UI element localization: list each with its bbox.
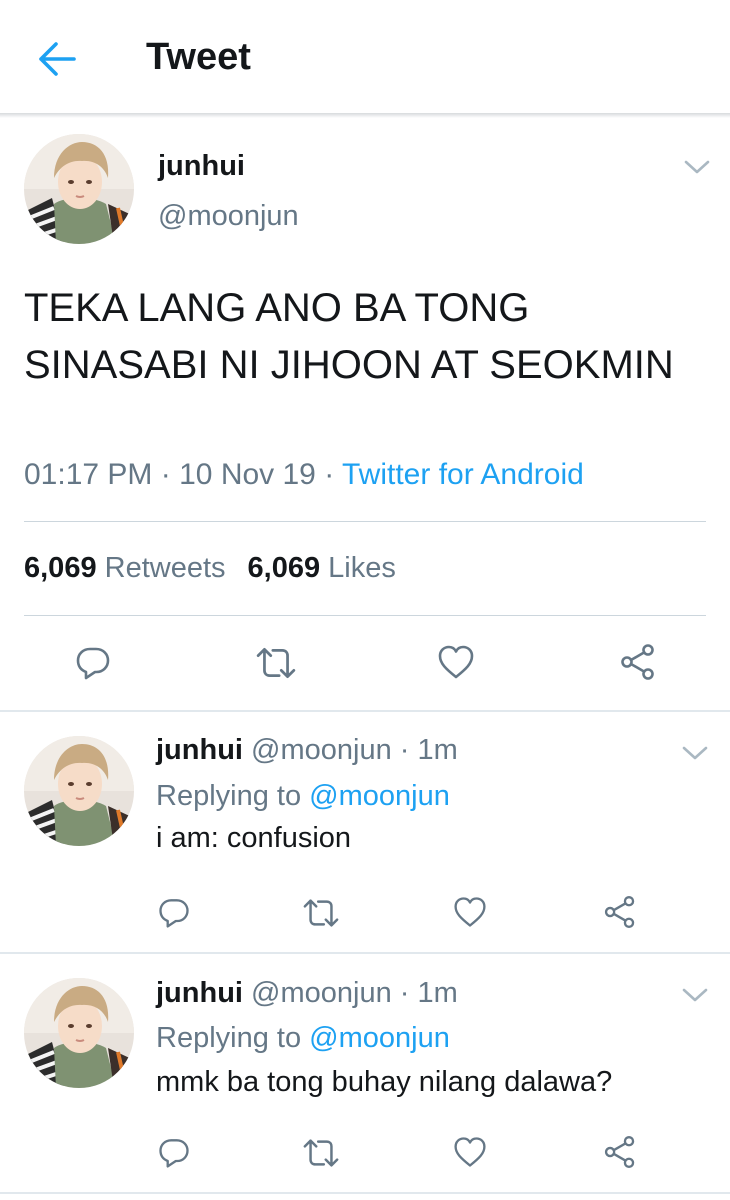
reply-icon (156, 894, 192, 930)
retweet-icon (302, 894, 340, 932)
back-arrow-icon (39, 42, 76, 76)
like-button[interactable] (436, 642, 476, 682)
reply-header: junhui @moonjun · 1m (156, 977, 458, 1010)
reply-button[interactable] (73, 642, 113, 682)
divider (24, 615, 706, 616)
replying-to-link[interactable]: @moonjun (309, 780, 450, 812)
reply-text: i am: confusion (156, 822, 352, 854)
share-button[interactable] (618, 642, 658, 682)
likes-count: 6,069 (247, 552, 321, 584)
chevron-down-icon (682, 156, 712, 178)
retweets-count: 6,069 (24, 552, 97, 584)
chevron-down-icon (680, 984, 710, 1006)
replying-to-link[interactable]: @moonjun (309, 1022, 450, 1054)
header-shadow (0, 113, 730, 118)
like-icon (452, 1134, 488, 1170)
avatar[interactable] (24, 736, 134, 846)
chevron-down-icon (680, 742, 710, 764)
tweet-menu-button[interactable] (682, 156, 712, 178)
likes-stat[interactable]: 6,069 Likes (248, 552, 396, 584)
reply-menu-button[interactable] (680, 984, 710, 1006)
retweet-button[interactable] (255, 642, 297, 684)
page-title: Tweet (146, 36, 251, 78)
tweet-source-link[interactable]: Twitter for Android (342, 458, 584, 491)
replying-to: Replying to @moonjun (156, 780, 450, 813)
reply-author-name[interactable]: junhui (156, 977, 243, 1009)
retweets-stat[interactable]: 6,069 Retweets (24, 552, 226, 584)
reply-text: mmk ba tong buhay nilang dalawa? (156, 1066, 613, 1098)
back-button[interactable] (36, 38, 78, 80)
meta-separator: · (160, 458, 171, 491)
tweet-separator (0, 1192, 730, 1194)
share-icon (618, 642, 658, 682)
avatar[interactable] (24, 978, 134, 1088)
retweets-label: Retweets (104, 552, 226, 584)
reply-menu-button[interactable] (680, 742, 710, 764)
like-button[interactable] (452, 894, 488, 930)
reply-author-handle[interactable]: @moonjun (251, 977, 392, 1009)
reply-icon (73, 642, 113, 682)
avatar[interactable] (24, 134, 134, 244)
retweet-icon (255, 642, 297, 684)
share-button[interactable] (602, 894, 638, 930)
top-app-bar (0, 0, 730, 114)
reply-time: · 1m (399, 734, 458, 766)
reply-button[interactable] (156, 1134, 192, 1170)
tweet-text: TEKA LANG ANO BA TONG SINASABI NI JIHOON… (24, 286, 674, 387)
reply-time: · 1m (399, 977, 458, 1009)
retweet-button[interactable] (302, 894, 340, 932)
tweet-stats: 6,069 Retweets 6,069 Likes (24, 552, 396, 585)
share-button[interactable] (602, 1134, 638, 1170)
reply-author-name[interactable]: junhui (156, 734, 243, 766)
reply-icon (156, 1134, 192, 1170)
reply-header: junhui @moonjun · 1m (156, 734, 458, 767)
tweet-separator (0, 952, 730, 954)
tweet-meta: 01:17 PM · 10 Nov 19 · Twitter for Andro… (24, 458, 584, 492)
meta-separator: · (324, 458, 335, 491)
author-handle[interactable]: @moonjun (158, 200, 299, 233)
share-icon (602, 1134, 638, 1170)
retweet-icon (302, 1134, 340, 1172)
replying-to: Replying to @moonjun (156, 1022, 450, 1055)
like-icon (436, 642, 476, 682)
replying-to-label: Replying to (156, 780, 302, 812)
author-name[interactable]: junhui (158, 150, 245, 183)
likes-label: Likes (328, 552, 396, 584)
retweet-button[interactable] (302, 1134, 340, 1172)
tweet-time: 01:17 PM (24, 458, 153, 491)
replying-to-label: Replying to (156, 1022, 302, 1054)
share-icon (602, 894, 638, 930)
divider (24, 521, 706, 522)
reply-button[interactable] (156, 894, 192, 930)
tweet-date: 10 Nov 19 (179, 458, 316, 491)
like-button[interactable] (452, 1134, 488, 1170)
tweet-separator (0, 710, 730, 712)
reply-author-handle[interactable]: @moonjun (251, 734, 392, 766)
like-icon (452, 894, 488, 930)
